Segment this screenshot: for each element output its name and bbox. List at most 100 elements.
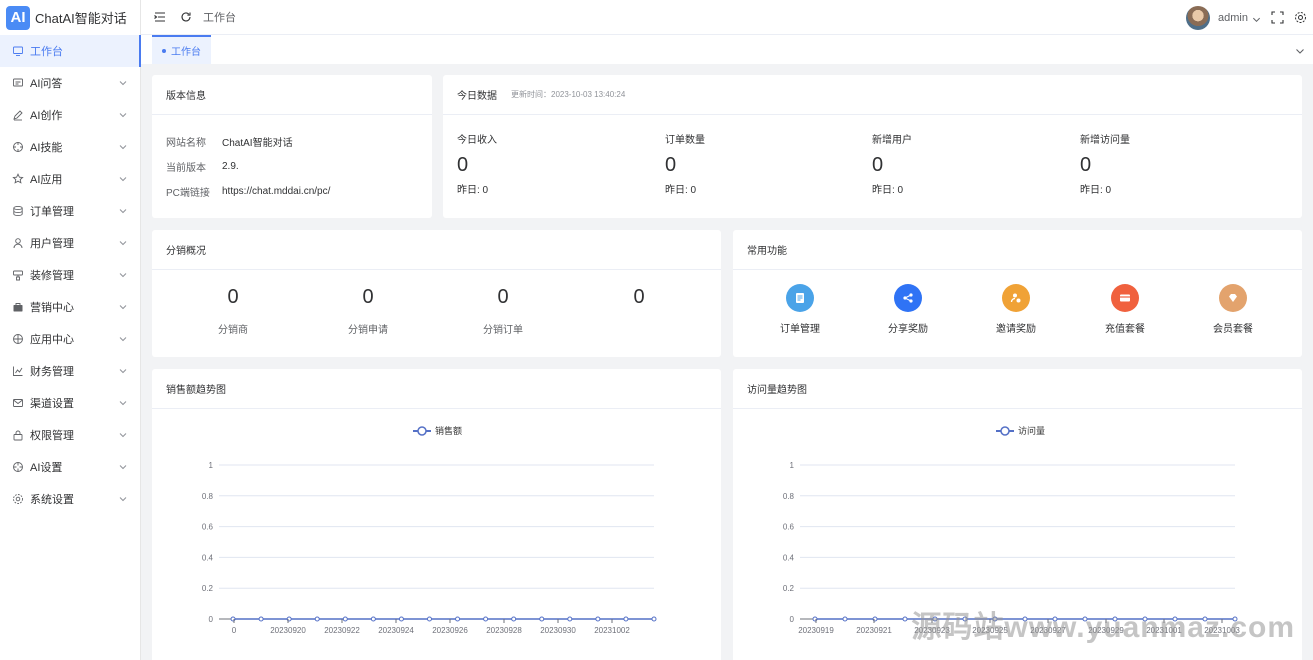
sidebar-item-7[interactable]: 装修管理	[0, 259, 140, 291]
brush-icon	[12, 269, 24, 281]
y-tick-label: 0	[790, 615, 795, 624]
y-tick-label: 1	[790, 461, 795, 470]
chevron-down-icon	[118, 398, 128, 408]
sidebar-item-1[interactable]: AI问答	[0, 67, 140, 99]
function-share[interactable]: 分享奖励	[854, 284, 962, 335]
user-name[interactable]: admin	[1218, 12, 1248, 24]
version-card: 版本信息 网站名称 ChatAI智能对话 当前版本 2.9. PC端链接 https:…	[152, 75, 432, 218]
chevron-down-icon	[118, 462, 128, 472]
logo[interactable]: AI ChatAI智能对话	[0, 0, 140, 35]
y-tick-label: 0.8	[783, 492, 795, 501]
data-point	[842, 616, 848, 622]
sidebar-item-4[interactable]: AI应用	[0, 163, 140, 195]
distribution-value: 0	[633, 286, 645, 308]
sidebar-item-9[interactable]: 应用中心	[0, 323, 140, 355]
sidebar: AI ChatAI智能对话 工作台 AI问答 AI创作 AI技能 AI应用订单管理用户管…	[0, 0, 141, 660]
today-card: 今日数据 更新时间：2023-10-03 13:40:24 今日收入 0 昨日: 0…	[443, 75, 1302, 218]
function-card[interactable]: 充值套餐	[1071, 284, 1179, 335]
distribution-label: 分销申请	[348, 325, 388, 336]
update-time: 更新时间：2023-10-03 13:40:24	[511, 90, 626, 99]
sidebar-item-5[interactable]: 订单管理	[0, 195, 140, 227]
order-icon	[786, 284, 814, 312]
x-tick-label: 20230919	[798, 626, 834, 635]
sidebar-item-label: 营销中心	[30, 302, 74, 314]
sidebar-item-label: 订单管理	[30, 206, 74, 218]
x-tick-label: 20230922	[324, 626, 360, 635]
menu-fold-icon[interactable]	[153, 10, 167, 24]
breadcrumb[interactable]: 工作台	[203, 9, 236, 25]
stat-yesterday: 昨日: 0	[457, 185, 489, 196]
share-icon	[894, 284, 922, 312]
refresh-icon[interactable]	[179, 10, 193, 24]
stat-label: 新增用户	[872, 135, 912, 146]
data-point	[455, 616, 461, 622]
x-tick-label: 20230920	[270, 626, 306, 635]
avatar[interactable]	[1186, 5, 1211, 30]
y-tick-label: 0.2	[202, 584, 214, 593]
sidebar-menu: 工作台 AI问答 AI创作 AI技能 AI应用订单管理用户管理装修管理营销中心应用中心财…	[0, 35, 141, 515]
sidebar-item-label: AI设置	[30, 462, 63, 474]
tabs-dropdown-icon[interactable]	[1295, 45, 1305, 55]
chevron-down-icon	[118, 238, 128, 248]
chevron-down-icon	[118, 142, 128, 152]
chevron-down-icon	[118, 494, 128, 504]
value-version: 2.9.	[222, 161, 239, 172]
function-invite[interactable]: 邀请奖励	[962, 284, 1070, 335]
stat-label: 新增访问量	[1080, 135, 1130, 146]
distribution-item: 0 分销申请	[303, 286, 433, 336]
tab-label: 工作台	[171, 47, 201, 58]
sidebar-item-3[interactable]: AI技能	[0, 131, 140, 163]
distribution-item: 0	[574, 286, 704, 321]
chevron-down-icon	[118, 366, 128, 376]
y-tick-label: 0.6	[202, 523, 214, 532]
gear-icon[interactable]	[1294, 11, 1307, 24]
sidebar-item-13[interactable]: AI设置	[0, 451, 140, 483]
settings-circle-icon	[12, 461, 24, 473]
chevron-down-icon	[118, 78, 128, 88]
sidebar-item-14[interactable]: 系统设置	[0, 483, 140, 515]
y-tick-label: 1	[209, 461, 214, 470]
sidebar-item-label: 渠道设置	[30, 398, 74, 410]
chevron-down-icon	[118, 206, 128, 216]
tabs-bar: 工作台	[141, 35, 1313, 64]
legend-label: 销售额	[435, 425, 462, 436]
sidebar-item-11[interactable]: 渠道设置	[0, 387, 140, 419]
data-point	[483, 616, 489, 622]
sidebar-item-2[interactable]: AI创作	[0, 99, 140, 131]
function-order[interactable]: 订单管理	[746, 284, 854, 335]
data-point	[595, 616, 601, 622]
fullscreen-icon[interactable]	[1271, 11, 1284, 24]
function-diamond[interactable]: 会员套餐	[1179, 284, 1287, 335]
chart-legend: 销售额	[413, 425, 462, 436]
invite-icon	[1002, 284, 1030, 312]
today-stat: 新增用户 0 昨日: 0	[872, 131, 1072, 196]
data-point	[314, 616, 320, 622]
data-point	[258, 616, 264, 622]
x-tick-label: 20230921	[856, 626, 892, 635]
chart-legend: 访问量	[996, 425, 1045, 436]
data-point	[342, 616, 348, 622]
distribution-card-title: 分销概况	[152, 230, 721, 270]
distribution-label: 分销商	[218, 325, 248, 336]
sidebar-item-10[interactable]: 财务管理	[0, 355, 140, 387]
distribution-value: 0	[497, 286, 509, 308]
function-label: 会员套餐	[1213, 324, 1253, 335]
chevron-down-icon[interactable]	[1252, 13, 1261, 23]
x-tick-label: 20231002	[594, 626, 630, 635]
legend-marker	[1000, 426, 1010, 436]
sidebar-item-12[interactable]: 权限管理	[0, 419, 140, 451]
sidebar-item-6[interactable]: 用户管理	[0, 227, 140, 259]
app-root: AI ChatAI智能对话 工作台 AI问答 AI创作 AI技能 AI应用 订单管理 用户管…	[0, 0, 1313, 660]
chevron-down-icon	[118, 174, 128, 184]
function-label: 邀请奖励	[996, 324, 1036, 335]
sidebar-item-label: 用户管理	[30, 238, 74, 250]
apps-icon	[12, 333, 24, 345]
card-icon	[1111, 284, 1139, 312]
pc-link[interactable]: https://chat.mddai.cn/pc/	[222, 186, 330, 197]
sidebar-item-0[interactable]: 工作台	[0, 35, 141, 67]
label-version: 当前版本	[166, 163, 206, 174]
sidebar-item-8[interactable]: 营销中心	[0, 291, 140, 323]
database-icon	[12, 205, 24, 217]
y-tick-label: 0.4	[202, 553, 214, 562]
tab-dashboard[interactable]: 工作台	[152, 35, 211, 64]
